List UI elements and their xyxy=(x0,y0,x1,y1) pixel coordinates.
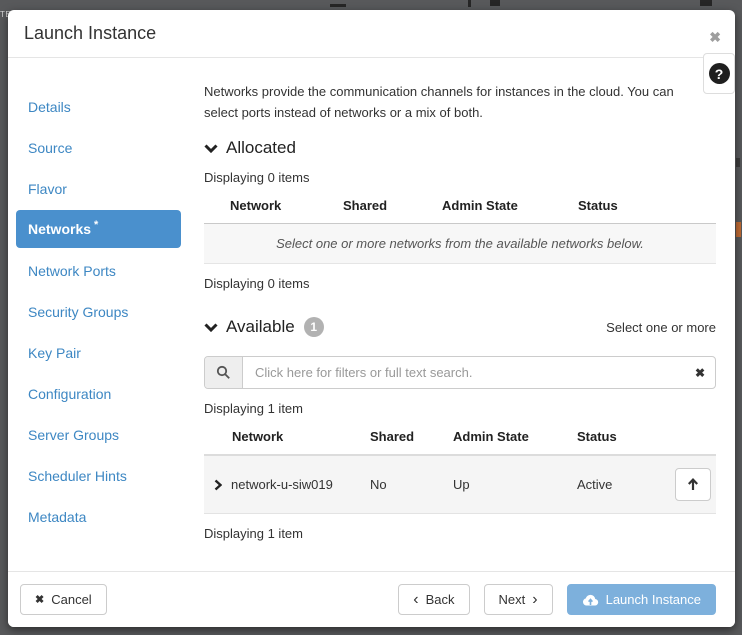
allocated-table: Network Shared Admin State Status Select… xyxy=(204,192,716,264)
required-marker: * xyxy=(94,219,98,231)
allocated-table-header: Network Shared Admin State Status xyxy=(204,192,716,224)
x-icon: ✖ xyxy=(35,593,44,606)
available-count-top: Displaying 1 item xyxy=(204,401,716,416)
allocated-title: Allocated xyxy=(226,138,296,158)
wizard-step-nav: Details Source Flavor Networks* Network … xyxy=(8,58,204,541)
sidebar-item-details[interactable]: Details xyxy=(8,86,204,127)
shared-value: No xyxy=(370,455,453,514)
background-page-fragment xyxy=(330,4,346,7)
close-icon[interactable]: ✖ xyxy=(709,30,721,44)
sidebar-item-configuration[interactable]: Configuration xyxy=(8,373,204,414)
sidebar-item-security-groups[interactable]: Security Groups xyxy=(8,291,204,332)
sidebar-item-networks[interactable]: Networks* xyxy=(16,210,181,248)
allocated-count-top: Displaying 0 items xyxy=(204,170,716,185)
column-header-status: Status xyxy=(577,423,716,455)
sidebar-item-scheduler-hints[interactable]: Scheduler Hints xyxy=(8,455,204,496)
allocated-count-bottom: Displaying 0 items xyxy=(204,276,716,291)
column-header-shared: Shared xyxy=(370,423,453,455)
search-icon xyxy=(205,357,243,388)
next-label: Next xyxy=(499,592,526,607)
table-row: network-u-siw019 No Up Active xyxy=(204,455,716,514)
sidebar-item-flavor[interactable]: Flavor xyxy=(8,168,204,209)
available-table-header: Network Shared Admin State Status xyxy=(204,423,716,455)
background-page-fragment xyxy=(468,0,471,7)
column-header-shared: Shared xyxy=(343,192,442,224)
cancel-label: Cancel xyxy=(51,592,91,607)
column-header-admin-state: Admin State xyxy=(442,192,578,224)
column-header-network: Network xyxy=(204,192,343,224)
admin-state-value: Up xyxy=(453,455,577,514)
select-hint: Select one or more xyxy=(606,320,716,335)
chevron-down-icon[interactable] xyxy=(204,323,218,332)
chevron-left-icon: ‹ xyxy=(413,592,418,608)
sidebar-item-key-pair[interactable]: Key Pair xyxy=(8,332,204,373)
modal-footer: ✖ Cancel ‹ Back Next › Launch Instance xyxy=(8,571,735,627)
modal-header: Launch Instance ✖ xyxy=(8,10,735,58)
empty-row: Select one or more networks from the ava… xyxy=(204,224,716,264)
background-page-fragment xyxy=(736,222,741,237)
chevron-down-icon[interactable] xyxy=(204,144,218,153)
expand-row-icon[interactable] xyxy=(214,479,222,491)
launch-label: Launch Instance xyxy=(606,592,701,607)
next-button[interactable]: Next › xyxy=(484,584,553,615)
launch-instance-modal: Launch Instance ✖ ? Details Source Flavo… xyxy=(8,10,735,627)
launch-instance-button[interactable]: Launch Instance xyxy=(567,584,716,615)
column-header-status: Status xyxy=(578,192,716,224)
modal-title: Launch Instance xyxy=(24,23,156,43)
available-title: Available xyxy=(226,317,295,337)
available-section-header: Available 1 Select one or more xyxy=(204,317,716,337)
sidebar-item-server-groups[interactable]: Server Groups xyxy=(8,414,204,455)
cancel-button[interactable]: ✖ Cancel xyxy=(20,584,107,615)
background-page-fragment xyxy=(490,0,500,6)
status-value: Active xyxy=(577,455,667,514)
available-count-badge: 1 xyxy=(304,317,324,337)
help-button[interactable]: ? xyxy=(703,53,735,94)
allocated-section-header: Allocated xyxy=(204,138,716,158)
column-header-admin-state: Admin State xyxy=(453,423,577,455)
chevron-right-icon: › xyxy=(532,592,537,608)
background-page-fragment xyxy=(736,158,740,167)
sidebar-item-metadata[interactable]: Metadata xyxy=(8,496,204,537)
back-label: Back xyxy=(426,592,455,607)
network-name: network-u-siw019 xyxy=(231,477,333,492)
modal-body: Details Source Flavor Networks* Network … xyxy=(8,58,735,541)
networks-step-content: Networks provide the communication chann… xyxy=(204,58,735,541)
filter-search-bar: ✖ xyxy=(204,356,716,389)
empty-message: Select one or more networks from the ava… xyxy=(204,224,716,264)
arrow-up-icon xyxy=(687,478,699,491)
allocate-network-button[interactable] xyxy=(675,468,711,501)
sidebar-item-network-ports[interactable]: Network Ports xyxy=(8,250,204,291)
background-page-fragment xyxy=(700,0,712,6)
search-input[interactable] xyxy=(243,357,685,388)
available-count-bottom: Displaying 1 item xyxy=(204,526,716,541)
back-button[interactable]: ‹ Back xyxy=(398,584,469,615)
step-description: Networks provide the communication chann… xyxy=(204,81,704,123)
sidebar-item-source[interactable]: Source xyxy=(8,127,204,168)
cloud-upload-icon xyxy=(582,593,599,606)
clear-search-icon[interactable]: ✖ xyxy=(685,357,715,388)
question-circle-icon: ? xyxy=(709,63,730,84)
column-header-network: Network xyxy=(204,423,370,455)
sidebar-item-label: Networks xyxy=(28,221,91,237)
available-table: Network Shared Admin State Status xyxy=(204,423,716,514)
